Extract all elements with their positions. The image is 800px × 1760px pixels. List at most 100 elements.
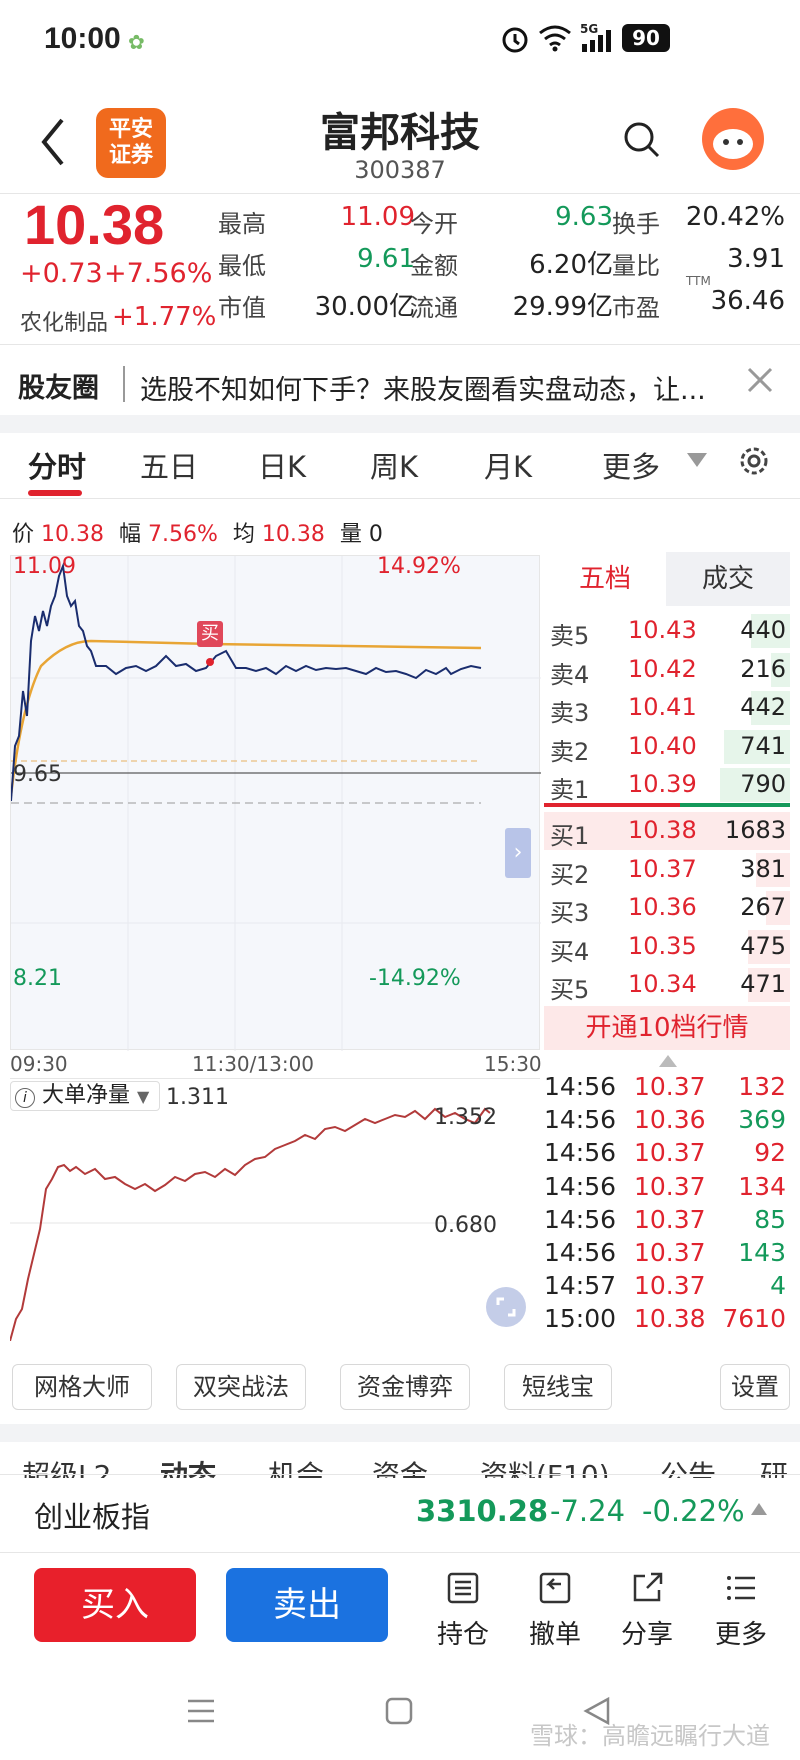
current-price: 10.38 bbox=[24, 193, 165, 256]
stat-value-1: 9.63 bbox=[555, 202, 613, 232]
buy-marker[interactable]: 买 bbox=[197, 621, 223, 647]
community-label[interactable]: 股友圈 bbox=[18, 366, 99, 405]
app-notification-icon: ✿ bbox=[128, 30, 145, 54]
orderbook-volume: 267 bbox=[740, 893, 786, 922]
tool-button-2[interactable]: 资金博弈 bbox=[340, 1364, 470, 1410]
tab-3[interactable]: 周K bbox=[370, 444, 418, 486]
tool-button-4[interactable]: 设置 bbox=[720, 1364, 790, 1410]
tool-button-3[interactable]: 短线宝 bbox=[504, 1364, 612, 1410]
sell-buy-divider bbox=[544, 803, 680, 807]
orderbook-price: 10.37 bbox=[628, 854, 697, 883]
list-icon bbox=[447, 1572, 479, 1604]
dropdown-icon: ▼ bbox=[137, 1087, 150, 1106]
stat-value-3: 9.61 bbox=[357, 244, 415, 274]
tick-row: 14:56 10.37 134 bbox=[544, 1172, 790, 1205]
orderbook-sell-row[interactable]: 卖1 10.39 790 bbox=[544, 766, 790, 804]
tick-volume: 369 bbox=[738, 1105, 786, 1135]
orderbook-label: 卖5 bbox=[550, 622, 590, 650]
tab-5[interactable]: 更多 bbox=[602, 444, 660, 486]
tool-button-0[interactable]: 网格大师 bbox=[12, 1364, 152, 1410]
upgrade-orderbook-button[interactable]: 开通10档行情 bbox=[544, 1006, 790, 1050]
orderbook-sell-row[interactable]: 卖3 10.41 442 bbox=[544, 689, 790, 727]
index-pct: -0.22% bbox=[642, 1494, 745, 1528]
tick-row: 14:56 10.36 369 bbox=[544, 1105, 790, 1138]
fullscreen-button[interactable] bbox=[486, 1287, 526, 1327]
chevron-down-icon[interactable] bbox=[686, 452, 708, 468]
divider bbox=[0, 498, 800, 499]
orderbook-label: 买2 bbox=[550, 860, 590, 889]
tick-row: 14:56 10.37 143 bbox=[544, 1238, 790, 1271]
back-arrow-icon[interactable] bbox=[34, 112, 74, 172]
stat-label-2: 换手 bbox=[612, 210, 660, 238]
sub-chart[interactable]: i 大单净量 ▼ 1.311 1.352 0.680 bbox=[9, 1078, 540, 1342]
index-name[interactable]: 创业板指 bbox=[34, 1494, 150, 1536]
user-avatar[interactable] bbox=[702, 108, 764, 170]
orderbook-buy-row[interactable]: 买2 10.37 381 bbox=[544, 851, 790, 889]
stat-value-7: 29.99亿 bbox=[512, 292, 613, 322]
tick-time: 14:56 bbox=[544, 1171, 617, 1201]
nav-label: 撤单 bbox=[528, 1620, 581, 1650]
expand-side-button[interactable]: › bbox=[505, 828, 531, 878]
info-icon: i bbox=[15, 1088, 35, 1108]
chart-low-pct: -14.92% bbox=[369, 966, 461, 991]
chevron-up-icon[interactable] bbox=[750, 1502, 768, 1516]
sub-indicator-selector[interactable]: i 大单净量 ▼ bbox=[10, 1081, 160, 1111]
orderbook-volume: 475 bbox=[740, 931, 786, 960]
nav-list[interactable]: 持仓 bbox=[428, 1570, 498, 1651]
gear-icon[interactable] bbox=[736, 443, 772, 479]
nav-label: 持仓 bbox=[436, 1620, 489, 1650]
nav-more[interactable]: 更多 bbox=[706, 1570, 776, 1651]
tab-five-levels[interactable]: 五档 bbox=[544, 552, 666, 606]
nav-undo[interactable]: 撤单 bbox=[520, 1570, 590, 1651]
tab-4[interactable]: 月K bbox=[484, 444, 532, 486]
tick-time: 14:57 bbox=[544, 1271, 617, 1301]
orderbook-buy-row[interactable]: 买1 10.38 1683 bbox=[544, 812, 790, 850]
index-value: 3310.28 bbox=[416, 1494, 549, 1528]
intraday-chart[interactable]: 买 11.09 9.65 8.21 14.92% -14.92% › bbox=[9, 554, 541, 1051]
range-value: 7.56% bbox=[148, 522, 218, 547]
stat-value-4: 6.20亿 bbox=[529, 250, 613, 280]
stat-label-7: 流通 bbox=[410, 294, 458, 322]
orderbook-buy-row[interactable]: 买4 10.35 475 bbox=[544, 928, 790, 966]
tick-volume: 134 bbox=[738, 1171, 786, 1201]
tick-row: 14:57 10.37 4 bbox=[544, 1271, 790, 1304]
price-line bbox=[10, 562, 482, 802]
search-icon[interactable] bbox=[622, 120, 662, 160]
intraday-chart-svg bbox=[9, 556, 541, 1051]
orderbook-sell-row[interactable]: 卖5 10.43 440 bbox=[544, 612, 790, 650]
stat-sup-8: TTM bbox=[686, 274, 711, 288]
tab-1[interactable]: 五日 bbox=[140, 444, 198, 486]
menu-icon[interactable] bbox=[186, 1696, 216, 1726]
home-icon[interactable] bbox=[384, 1696, 414, 1726]
orderbook-buy-row[interactable]: 买3 10.36 267 bbox=[544, 889, 790, 927]
close-icon[interactable] bbox=[746, 366, 774, 394]
orderbook-label: 卖2 bbox=[550, 737, 590, 766]
orderbook-price: 10.43 bbox=[628, 616, 697, 644]
community-message[interactable]: 选股不知如何下手？来股友圈看实盘动态，让... bbox=[140, 368, 706, 407]
chevron-up-icon[interactable] bbox=[658, 1054, 678, 1068]
orderbook-label: 买3 bbox=[550, 899, 590, 928]
tab-trades[interactable]: 成交 bbox=[666, 552, 790, 606]
orderbook-label: 买4 bbox=[550, 937, 590, 966]
tab-0[interactable]: 分时 bbox=[28, 444, 86, 486]
stat-value-2: 20.42% bbox=[685, 202, 785, 232]
buy-button[interactable]: 买入 bbox=[34, 1568, 196, 1642]
nav-share[interactable]: 分享 bbox=[612, 1570, 682, 1651]
price-change: +0.73 bbox=[20, 258, 103, 289]
battery-level: 90 bbox=[632, 26, 660, 50]
tab-2[interactable]: 日K bbox=[258, 444, 306, 486]
orderbook-buy-row[interactable]: 买5 10.34 471 bbox=[544, 966, 790, 1004]
orderbook-sell-row[interactable]: 卖2 10.40 741 bbox=[544, 728, 790, 766]
sell-button[interactable]: 卖出 bbox=[226, 1568, 388, 1642]
sector-name[interactable]: 农化制品 bbox=[20, 305, 108, 337]
section-gap bbox=[0, 415, 800, 433]
stat-label-3: 最低 bbox=[218, 252, 266, 280]
volume-label: 量 bbox=[339, 522, 362, 547]
orderbook-sell-row[interactable]: 卖4 10.42 216 bbox=[544, 651, 790, 689]
tick-volume: 92 bbox=[754, 1138, 786, 1168]
avg-label: 均 bbox=[232, 522, 255, 547]
sell-buy-divider-green bbox=[680, 803, 790, 807]
tool-button-1[interactable]: 双突战法 bbox=[176, 1364, 306, 1410]
sub-axis-top: 1.352 bbox=[434, 1105, 497, 1130]
sector-change-pct[interactable]: +1.77% bbox=[112, 302, 216, 332]
